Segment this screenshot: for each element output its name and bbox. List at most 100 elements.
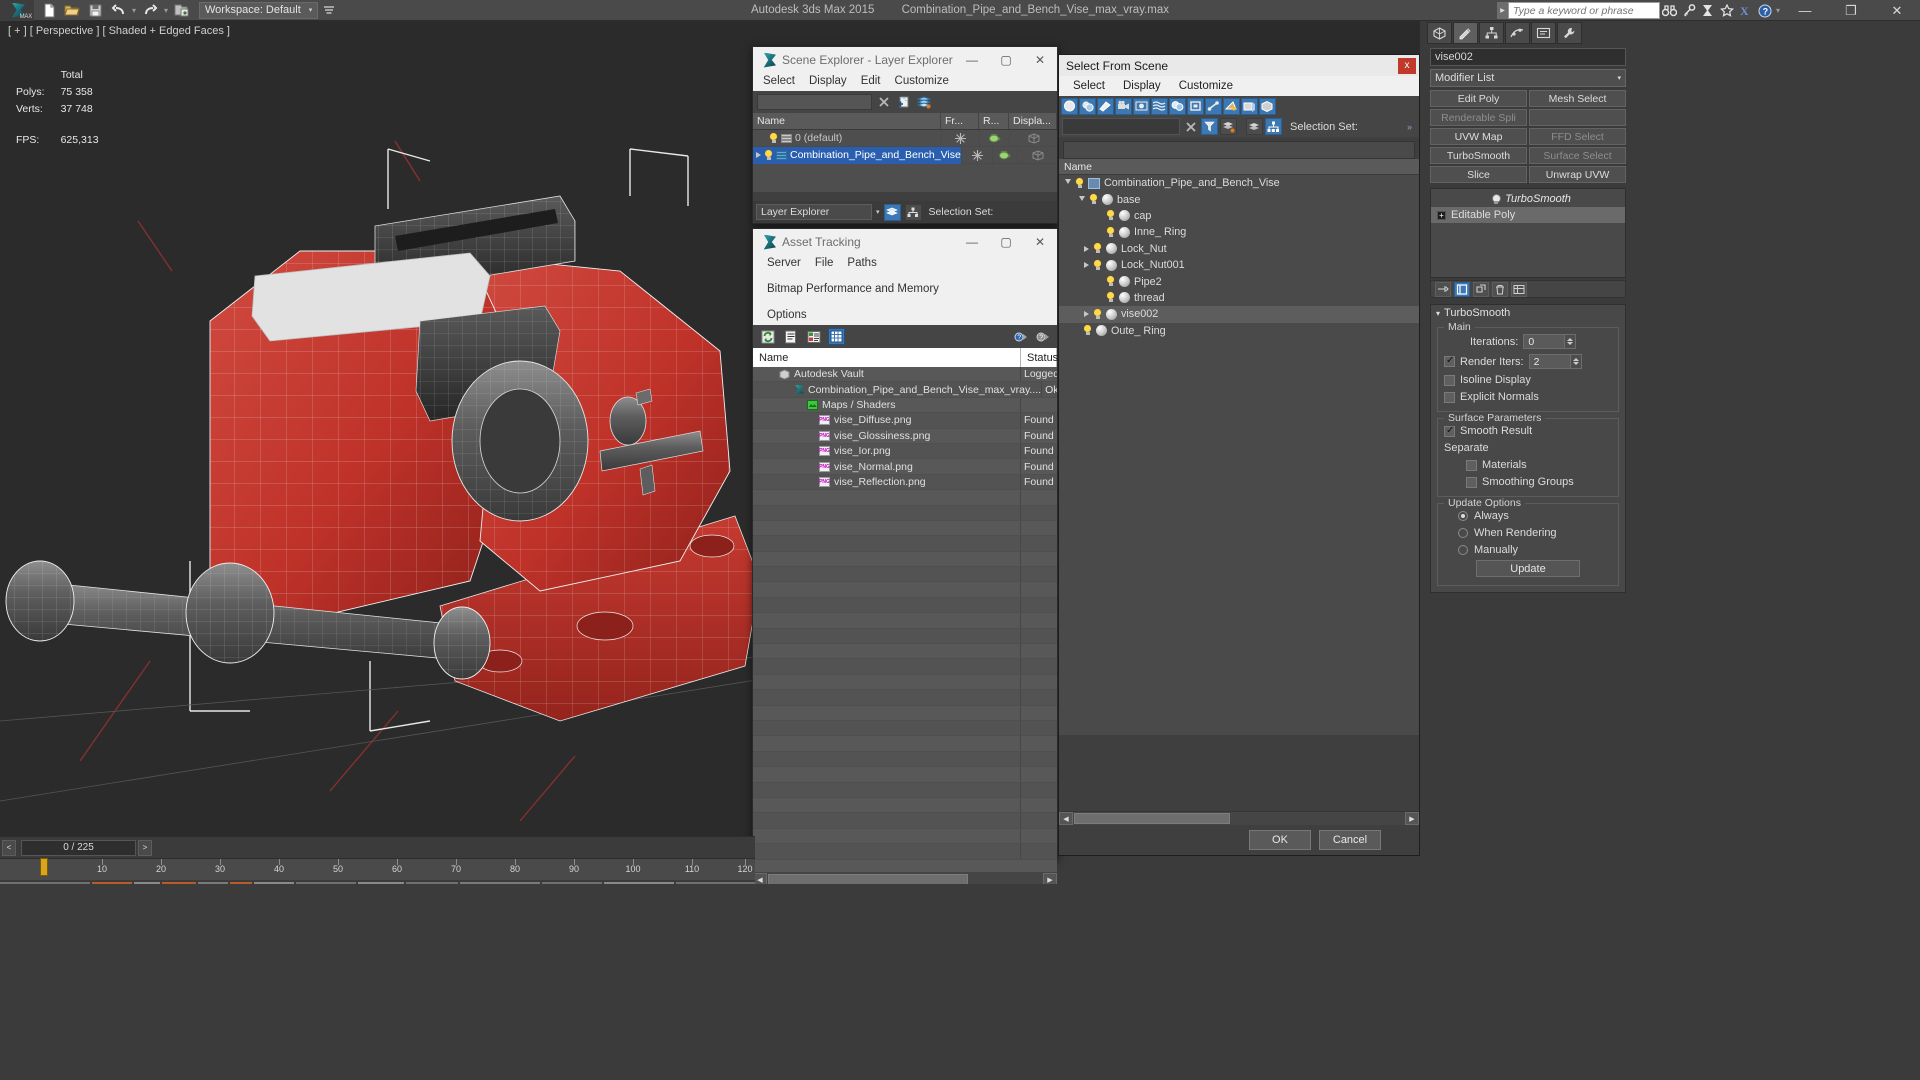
sfs-hscroll-right[interactable]: ▶	[1405, 812, 1419, 825]
at-menu-paths[interactable]: Paths	[847, 257, 876, 269]
shapes-icon[interactable]	[1079, 97, 1096, 115]
search-input[interactable]	[1508, 2, 1660, 19]
pin-stack-icon[interactable]	[1435, 281, 1451, 297]
refresh-icon[interactable]	[759, 328, 776, 345]
rollout-toggle-icon[interactable]: ▾	[1436, 309, 1440, 318]
se-row-0-display-icon[interactable]	[1009, 129, 1057, 147]
lightbulb-icon[interactable]	[1491, 193, 1502, 205]
collapse-all-icon[interactable]	[1246, 118, 1263, 135]
list-item[interactable]	[753, 782, 1057, 798]
cameras-icon[interactable]	[1115, 97, 1132, 115]
se-menu-display[interactable]: Display	[809, 75, 847, 87]
at-row-0-name[interactable]: Autodesk Vault	[753, 367, 1021, 382]
tree-item-inner-ring[interactable]: Inne_ Ring	[1059, 224, 1419, 240]
expand-all-icon[interactable]	[1220, 118, 1237, 135]
se-menu-select[interactable]: Select	[763, 75, 795, 87]
list-item[interactable]	[753, 767, 1057, 783]
open-file-icon[interactable]	[61, 1, 83, 20]
search-expand-arrow[interactable]: ▶	[1497, 2, 1508, 19]
sfs-hscroll-left[interactable]: ◀	[1059, 812, 1073, 825]
tree-item-pipe2[interactable]: Pipe2	[1059, 273, 1419, 289]
list-item[interactable]	[753, 613, 1057, 629]
lightbulb-icon[interactable]	[1106, 210, 1115, 221]
list-item[interactable]	[753, 628, 1057, 645]
particle-icon[interactable]	[1223, 97, 1240, 115]
sfs-hscroll-thumb[interactable]	[1074, 813, 1230, 824]
help-dropdown-arrow[interactable]: ▾	[1774, 1, 1782, 20]
sfs-close-button[interactable]: x	[1398, 57, 1416, 74]
list-item[interactable]	[753, 659, 1057, 675]
list-item[interactable]	[753, 536, 1057, 552]
lightbulb-icon[interactable]	[1093, 308, 1102, 320]
update-when-rendering-radio[interactable]	[1458, 528, 1468, 538]
se-row-0-name-cell[interactable]: 0 (default)	[753, 132, 941, 144]
update-when-rendering-row[interactable]: When Rendering	[1444, 527, 1612, 539]
iterations-value[interactable]: 0	[1523, 334, 1566, 349]
explicit-normals-checkbox[interactable]	[1444, 391, 1455, 403]
expand-arrow-icon[interactable]	[1084, 262, 1089, 269]
lightbulb-icon[interactable]	[1106, 292, 1115, 303]
asset-tracking-close[interactable]: ✕	[1023, 229, 1057, 255]
se-row-0-frozen-icon[interactable]	[941, 129, 979, 147]
geometry-icon[interactable]	[1061, 97, 1078, 115]
scene-explorer-maximize[interactable]: ▢	[989, 47, 1023, 73]
lightbulb-icon[interactable]	[1093, 259, 1102, 271]
binoculars-icon[interactable]	[1660, 0, 1679, 21]
materials-checkbox[interactable]	[1466, 459, 1477, 471]
redo-icon[interactable]	[139, 1, 161, 20]
sfs-title-bar[interactable]: Select From Scene x	[1059, 55, 1419, 76]
minimize-button[interactable]: —	[1782, 0, 1828, 21]
tree-item-lock-nut[interactable]: Lock_Nut	[1059, 241, 1419, 257]
layer-view-toggle[interactable]	[883, 203, 901, 221]
search-box[interactable]: ▶	[1497, 2, 1660, 19]
list-item[interactable]	[753, 705, 1057, 721]
help-asset-icon[interactable]: ?	[1012, 328, 1029, 345]
chevron-down-icon[interactable]: ▾	[1617, 74, 1621, 82]
se-col-display[interactable]: Displa...	[1009, 113, 1057, 129]
list-item[interactable]	[753, 490, 1057, 506]
stack-item-turbosmooth[interactable]: TurboSmooth	[1431, 191, 1625, 207]
list-item[interactable]	[753, 720, 1057, 737]
clear-search-icon[interactable]	[1182, 118, 1199, 135]
update-always-row[interactable]: Always	[1444, 510, 1612, 522]
list-item[interactable]	[753, 582, 1057, 598]
groups-icon[interactable]	[1169, 97, 1186, 115]
smooth-result-checkbox[interactable]	[1444, 425, 1455, 437]
lightbulb-icon[interactable]	[1075, 177, 1084, 189]
render-iters-spinner[interactable]	[1570, 354, 1582, 369]
ok-button[interactable]: OK	[1249, 830, 1311, 850]
undo-icon[interactable]	[107, 1, 129, 20]
display-children-icon[interactable]	[1201, 118, 1218, 135]
expand-arrow-icon[interactable]	[1084, 311, 1089, 318]
list-item[interactable]	[753, 844, 1057, 860]
modifier-turbosmooth-button[interactable]: TurboSmooth	[1430, 147, 1527, 164]
lightbulb-icon[interactable]	[1106, 226, 1115, 238]
list-item[interactable]	[753, 797, 1057, 814]
at-menu-options[interactable]: Options	[767, 309, 1051, 321]
collapse-arrow-icon[interactable]	[1065, 179, 1071, 187]
explorer-mode-combo[interactable]: Layer Explorer	[756, 204, 872, 220]
smoothing-groups-checkbox[interactable]	[1466, 476, 1477, 488]
se-col-renderable[interactable]: R...	[979, 113, 1009, 129]
list-item[interactable]: PNG vise_Glossiness.png Found	[753, 428, 1057, 444]
update-manually-row[interactable]: Manually	[1444, 544, 1612, 556]
new-file-icon[interactable]	[38, 1, 60, 20]
at-menu-bitmap[interactable]: Bitmap Performance and Memory	[767, 283, 939, 295]
help-gray-icon[interactable]: ?	[1034, 328, 1051, 345]
display-tab[interactable]	[1531, 22, 1556, 44]
restore-button[interactable]: ❐	[1828, 0, 1874, 21]
object-name-field[interactable]: vise002	[1430, 48, 1626, 66]
app-logo-button[interactable]: MAX	[0, 0, 34, 21]
exchange-icon[interactable]: X	[1736, 0, 1755, 21]
lightbulb-icon[interactable]	[1083, 325, 1092, 336]
update-manually-radio[interactable]	[1458, 545, 1468, 555]
spacewarps-icon[interactable]	[1151, 97, 1168, 115]
modifier-ffd-select-button[interactable]: FFD Select	[1529, 128, 1626, 145]
hierarchy-tab[interactable]	[1479, 22, 1504, 44]
undo-dropdown-arrow[interactable]: ▾	[130, 1, 138, 20]
se-col-name[interactable]: Name	[753, 113, 941, 129]
motion-tab[interactable]	[1505, 22, 1530, 44]
sfs-hscrollbar[interactable]: ◀ ▶	[1059, 811, 1419, 825]
layer-stack-icon[interactable]	[915, 94, 932, 111]
at-row-6-name[interactable]: PNG vise_Normal.png	[753, 459, 1021, 474]
